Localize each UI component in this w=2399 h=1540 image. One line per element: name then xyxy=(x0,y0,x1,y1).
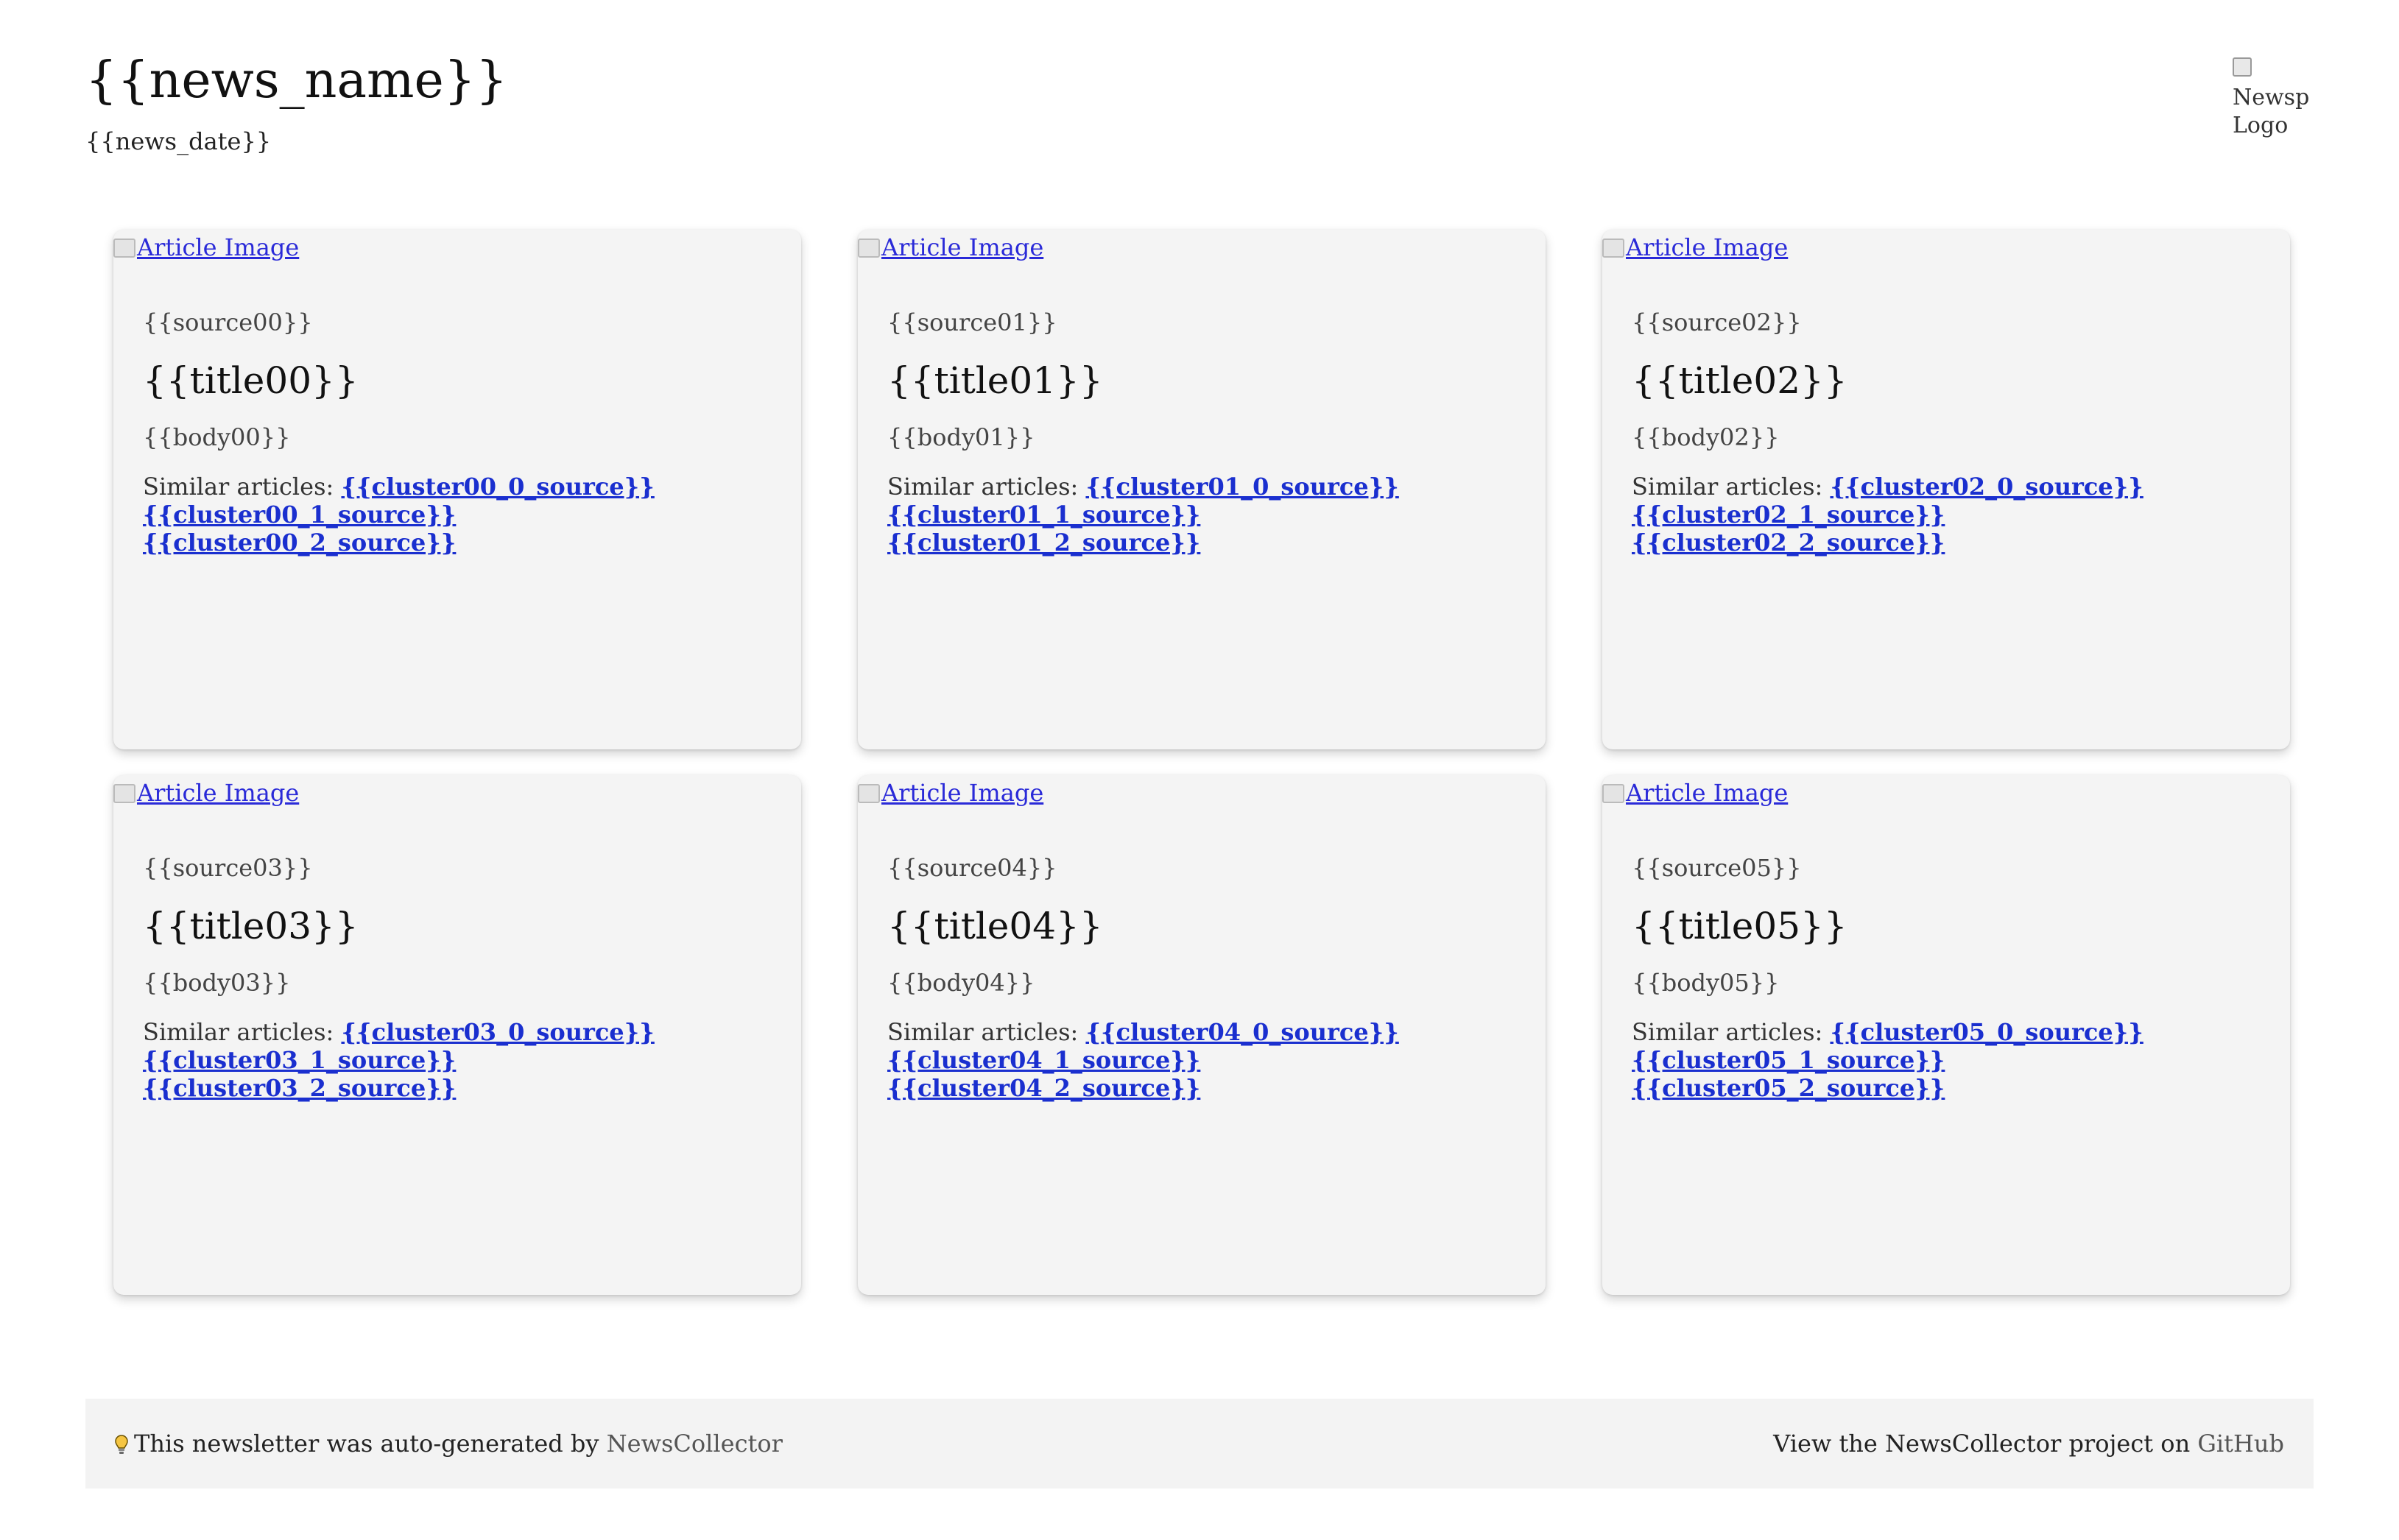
similar-article-link[interactable]: {{cluster00_2_source}} xyxy=(143,529,456,557)
article-card: Article Image {{source03}} {{title03}} {… xyxy=(113,775,801,1295)
similar-article-link[interactable]: {{cluster02_0_source}} xyxy=(1830,473,2143,501)
article-title: {{title02}} xyxy=(1632,359,1847,402)
article-body: {{body04}} xyxy=(887,969,1035,997)
article-body: {{body00}} xyxy=(143,423,291,451)
similar-article-link[interactable]: {{cluster04_1_source}} xyxy=(887,1046,1200,1074)
article-content: {{source01}} {{title01}} {{body01}} Simi… xyxy=(858,308,1546,557)
article-body: {{body05}} xyxy=(1632,969,1780,997)
similar-article-link[interactable]: {{cluster05_0_source}} xyxy=(1830,1018,2143,1046)
article-image-alt: Article Image xyxy=(881,779,1044,807)
similar-article-link[interactable]: {{cluster04_0_source}} xyxy=(1085,1018,1398,1046)
article-content: {{source04}} {{title04}} {{body04}} Simi… xyxy=(858,853,1546,1102)
broken-image-icon xyxy=(1602,784,1624,803)
article-image-alt: Article Image xyxy=(1626,779,1789,807)
similar-articles: Similar articles: {{cluster02_0_source}}… xyxy=(1632,473,2261,557)
article-image-link[interactable]: Article Image xyxy=(113,778,801,808)
article-source: {{source04}} xyxy=(887,854,1057,882)
article-image-alt: Article Image xyxy=(137,233,300,261)
similar-article-link[interactable]: {{cluster04_2_source}} xyxy=(887,1074,1200,1102)
newsletter-footer: This newsletter was auto-generated by Ne… xyxy=(85,1399,2314,1488)
article-image-link[interactable]: Article Image xyxy=(1602,233,2290,262)
similar-articles: Similar articles: {{cluster03_0_source}}… xyxy=(143,1018,772,1102)
article-image-alt: Article Image xyxy=(1626,233,1789,261)
article-card: Article Image {{source02}} {{title02}} {… xyxy=(1602,230,2290,749)
broken-image-icon xyxy=(113,239,135,258)
article-card: Article Image {{source05}} {{title05}} {… xyxy=(1602,775,2290,1295)
broken-image-icon xyxy=(113,784,135,803)
footer-credit-text: This newsletter was auto-generated by xyxy=(134,1430,607,1458)
similar-articles: Similar articles: {{cluster04_0_source}}… xyxy=(887,1018,1516,1102)
footer-github: View the NewsCollector project on GitHub xyxy=(1773,1430,2284,1458)
article-body: {{body01}} xyxy=(887,423,1035,451)
newsletter-date: {{news_date}} xyxy=(85,127,272,155)
broken-image-icon xyxy=(2233,57,2252,77)
newsletter-header: {{news_name}} {{news_date}} Newsp Logo xyxy=(85,46,2314,171)
similar-articles: Similar articles: {{cluster01_0_source}}… xyxy=(887,473,1516,557)
similar-article-link[interactable]: {{cluster01_0_source}} xyxy=(1085,473,1398,501)
broken-image-icon xyxy=(858,784,880,803)
article-image-link[interactable]: Article Image xyxy=(113,233,801,262)
article-image-link[interactable]: Article Image xyxy=(858,778,1546,808)
footer-github-text: View the NewsCollector project on xyxy=(1773,1430,2198,1458)
article-source: {{source00}} xyxy=(143,308,313,336)
similar-articles-label: Similar articles: xyxy=(1632,473,1831,501)
newspaper-logo: Newsp Logo xyxy=(2233,56,2314,140)
lightbulb-icon xyxy=(115,1435,128,1454)
similar-article-link[interactable]: {{cluster03_2_source}} xyxy=(143,1074,456,1102)
article-title: {{title03}} xyxy=(143,905,359,947)
article-content: {{source05}} {{title05}} {{body05}} Simi… xyxy=(1602,853,2290,1102)
broken-image-icon xyxy=(858,239,880,258)
similar-article-link[interactable]: {{cluster00_0_source}} xyxy=(341,473,654,501)
similar-article-link[interactable]: {{cluster03_0_source}} xyxy=(341,1018,654,1046)
article-card: Article Image {{source01}} {{title01}} {… xyxy=(858,230,1546,749)
article-title: {{title05}} xyxy=(1632,905,1847,947)
similar-articles-label: Similar articles: xyxy=(887,473,1086,501)
article-card: Article Image {{source00}} {{title00}} {… xyxy=(113,230,801,749)
similar-article-link[interactable]: {{cluster05_1_source}} xyxy=(1632,1046,1945,1074)
article-image-link[interactable]: Article Image xyxy=(1602,778,2290,808)
article-card: Article Image {{source04}} {{title04}} {… xyxy=(858,775,1546,1295)
article-source: {{source03}} xyxy=(143,854,313,882)
article-image-alt: Article Image xyxy=(881,233,1044,261)
similar-article-link[interactable]: {{cluster00_1_source}} xyxy=(143,501,456,529)
similar-articles-label: Similar articles: xyxy=(143,473,342,501)
similar-article-link[interactable]: {{cluster02_1_source}} xyxy=(1632,501,1945,529)
article-image-link[interactable]: Article Image xyxy=(858,233,1546,262)
article-content: {{source00}} {{title00}} {{body00}} Simi… xyxy=(113,308,801,557)
similar-articles-label: Similar articles: xyxy=(887,1018,1086,1046)
article-content: {{source02}} {{title02}} {{body02}} Simi… xyxy=(1602,308,2290,557)
similar-article-link[interactable]: {{cluster05_2_source}} xyxy=(1632,1074,1945,1102)
article-source: {{source02}} xyxy=(1632,308,1802,336)
newscollector-link[interactable]: NewsCollector xyxy=(607,1430,783,1458)
article-source: {{source01}} xyxy=(887,308,1057,336)
similar-article-link[interactable]: {{cluster01_1_source}} xyxy=(887,501,1200,529)
similar-article-link[interactable]: {{cluster01_2_source}} xyxy=(887,529,1200,557)
similar-articles-label: Similar articles: xyxy=(1632,1018,1831,1046)
footer-credit: This newsletter was auto-generated by Ne… xyxy=(115,1430,783,1458)
similar-articles: Similar articles: {{cluster00_0_source}}… xyxy=(143,473,772,557)
article-body: {{body02}} xyxy=(1632,423,1780,451)
article-content: {{source03}} {{title03}} {{body03}} Simi… xyxy=(113,853,801,1102)
similar-articles-label: Similar articles: xyxy=(143,1018,342,1046)
newsletter-title: {{news_name}} xyxy=(85,52,508,110)
similar-articles: Similar articles: {{cluster05_0_source}}… xyxy=(1632,1018,2261,1102)
article-title: {{title00}} xyxy=(143,359,359,402)
article-body: {{body03}} xyxy=(143,969,291,997)
similar-article-link[interactable]: {{cluster02_2_source}} xyxy=(1632,529,1945,557)
github-link[interactable]: GitHub xyxy=(2197,1430,2284,1458)
logo-alt-text: Newsp Logo xyxy=(2233,85,2310,138)
article-grid: Article Image {{source00}} {{title00}} {… xyxy=(113,230,2290,1295)
broken-image-icon xyxy=(1602,239,1624,258)
article-title: {{title01}} xyxy=(887,359,1103,402)
article-image-alt: Article Image xyxy=(137,779,300,807)
article-title: {{title04}} xyxy=(887,905,1103,947)
similar-article-link[interactable]: {{cluster03_1_source}} xyxy=(143,1046,456,1074)
article-source: {{source05}} xyxy=(1632,854,1802,882)
